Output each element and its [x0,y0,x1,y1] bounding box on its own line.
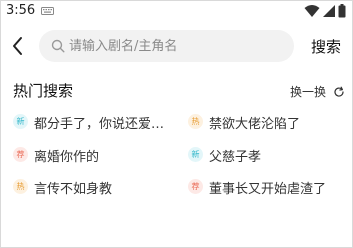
recommend-badge: 荐 [188,179,203,194]
hot-search-item[interactable]: 热 禁欲大佬沦陷了 [188,112,348,132]
back-arrow-icon[interactable] [9,34,27,58]
hot-search-item-label: 董事长又开始虐渣了 [209,182,327,197]
keyboard-icon [41,7,54,15]
hot-search-item[interactable]: 新 父慈子孝 [188,145,348,165]
hot-search-item-label: 都分手了，你说还爱… [34,117,165,132]
search-input[interactable] [69,30,284,62]
new-badge: 新 [188,147,203,162]
search-button[interactable]: 搜索 [311,36,341,57]
new-badge: 新 [13,114,28,129]
hot-badge: 热 [13,179,28,194]
hot-search-item-label: 禁欲大佬沦陷了 [209,117,301,132]
recommend-badge: 荐 [13,147,28,162]
hot-search-item[interactable]: 热 言传不如身教 [13,177,173,197]
refresh-label: 换一换 [290,85,327,99]
battery-icon [338,4,346,18]
wifi-icon [304,5,320,17]
status-bar: 3:56 [1,1,352,23]
status-time: 3:56 [6,3,36,18]
hot-badge: 热 [188,114,203,129]
refresh-icon [334,86,344,97]
search-icon [51,39,65,53]
hot-search-item-label: 父慈子孝 [209,150,262,165]
hot-search-item[interactable]: 荐 董事长又开始虐渣了 [188,177,348,197]
hot-search-item-label: 言传不如身教 [34,182,113,197]
search-box[interactable] [39,30,294,62]
hot-search-item[interactable]: 新 都分手了，你说还爱… [13,112,173,132]
hot-search-title: 热门搜索 [13,82,74,100]
signal-icon [323,5,335,17]
hot-search-item[interactable]: 荐 离婚你作的 [13,145,173,165]
hot-search-item-label: 离婚你作的 [34,150,100,165]
refresh-button[interactable]: 换一换 [290,81,345,99]
